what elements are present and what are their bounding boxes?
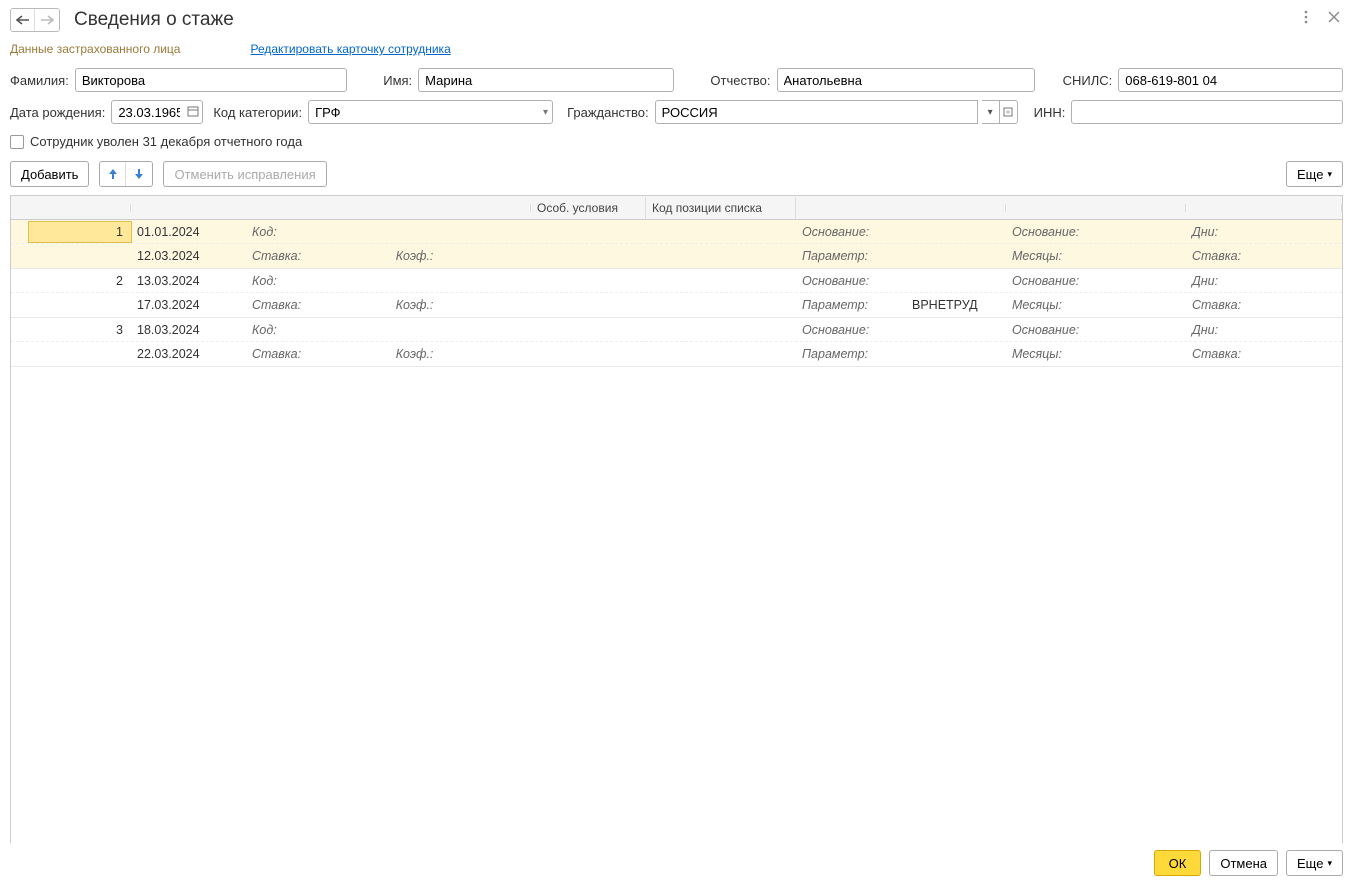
inn-input[interactable] [1071,100,1343,124]
koef-label: Коэф.: [396,347,525,361]
name-label: Имя: [383,73,412,88]
citizenship-label: Гражданство: [567,105,649,120]
kod-label: Код: [252,274,402,288]
koef-label: Коэф.: [396,298,525,312]
snils-input[interactable] [1118,68,1343,92]
th-basis2 [1006,204,1186,212]
forward-button[interactable] [35,9,59,31]
surname-input[interactable] [75,68,347,92]
dni-label: Дни: [1186,320,1266,340]
citizenship-select[interactable] [655,100,978,124]
more-label: Еще [1297,167,1323,182]
mesyacy-label: Месяцы: [1006,295,1186,315]
row-date-end: 12.03.2024 [131,246,246,266]
stavka-label: Ставка: [252,249,396,263]
arrow-up-icon [108,168,118,180]
th-basis1 [796,204,1006,212]
osnovanie2-label: Основание: [1006,271,1186,291]
page-title: Сведения о стаже [74,9,234,31]
stavka-label: Ставка: [252,347,396,361]
surname-label: Фамилия: [10,73,69,88]
chevron-down-icon: ▾ [1327,858,1332,869]
nav-buttons [10,8,60,32]
row-date-end: 22.03.2024 [131,344,246,364]
citizenship-dropdown-button[interactable]: ▾ [982,100,1000,124]
cancel-button[interactable]: Отмена [1209,850,1278,876]
more-button-footer[interactable]: Еще ▾ [1286,850,1343,876]
th-days [1186,204,1342,212]
row-num: 2 [11,271,131,291]
row-num[interactable]: 1 [29,222,131,242]
th-num [11,204,131,212]
row-num: 3 [11,320,131,340]
kebab-menu-icon[interactable] [1299,10,1313,24]
cancel-corrections-button[interactable]: Отменить исправления [163,161,326,187]
osnovanie2-label: Основание: [1006,222,1186,242]
row-date-start: 01.01.2024 [131,222,246,242]
row-date-start: 18.03.2024 [131,320,246,340]
table-row[interactable]: 1 01.01.2024 Код: Основание: Основание: … [11,220,1342,269]
chevron-down-icon: ▾ [1327,169,1332,180]
dismissed-checkbox[interactable] [10,135,24,149]
move-up-button[interactable] [100,162,126,186]
add-button[interactable]: Добавить [10,161,89,187]
parametr-label: Параметр: [802,347,892,361]
kod-label: Код: [252,225,402,239]
stavka2-label: Ставка: [1186,344,1266,364]
experience-table: Особ. условия Код позиции списка 1 01.01… [10,195,1343,857]
dni-label: Дни: [1186,271,1266,291]
table-row[interactable]: 2 13.03.2024 Код: Основание: Основание: … [11,269,1342,318]
parametr-label: Параметр: [802,298,892,312]
th-position: Код позиции списка [646,197,796,219]
stavka2-label: Ставка: [1186,295,1266,315]
back-button[interactable] [11,9,35,31]
move-buttons [99,161,153,187]
osnovanie2-label: Основание: [1006,320,1186,340]
osnovanie-label: Основание: [802,323,892,337]
arrow-right-icon [40,15,54,25]
snils-label: СНИЛС: [1063,73,1113,88]
patronymic-label: Отчество: [710,73,770,88]
dismissed-label: Сотрудник уволен 31 декабря отчетного го… [30,134,302,149]
category-label: Код категории: [213,105,302,120]
birthdate-label: Дата рождения: [10,105,105,120]
row-date-end: 17.03.2024 [131,295,246,315]
stavka-label: Ставка: [252,298,396,312]
ok-button[interactable]: ОК [1154,850,1202,876]
koef-label: Коэф.: [396,249,525,263]
more-label: Еще [1297,856,1323,871]
category-select[interactable] [308,100,553,124]
move-down-button[interactable] [126,162,152,186]
patronymic-input[interactable] [777,68,1035,92]
edit-employee-link[interactable]: Редактировать карточку сотрудника [250,42,450,56]
mesyacy-label: Месяцы: [1006,344,1186,364]
close-icon[interactable] [1327,10,1341,24]
inn-label: ИНН: [1034,105,1066,120]
more-button-toolbar[interactable]: Еще ▾ [1286,161,1343,187]
osnovanie-label: Основание: [802,274,892,288]
arrow-down-icon [134,168,144,180]
parametr-label: Параметр: [802,249,892,263]
table-header: Особ. условия Код позиции списка [11,196,1342,220]
citizenship-open-button[interactable] [1000,100,1018,124]
kod-label: Код: [252,323,402,337]
arrow-left-icon [16,15,30,25]
th-conditions: Особ. условия [531,197,646,219]
open-icon [1003,107,1013,117]
insured-person-label: Данные застрахованного лица [10,42,180,56]
name-input[interactable] [418,68,674,92]
dni-label: Дни: [1186,222,1266,242]
stavka2-label: Ставка: [1186,246,1266,266]
mesyacy-label: Месяцы: [1006,246,1186,266]
th-period [131,204,531,212]
birthdate-input[interactable] [111,100,203,124]
osnovanie-label: Основание: [802,225,892,239]
row-date-start: 13.03.2024 [131,271,246,291]
table-row[interactable]: 3 18.03.2024 Код: Основание: Основание: … [11,318,1342,367]
